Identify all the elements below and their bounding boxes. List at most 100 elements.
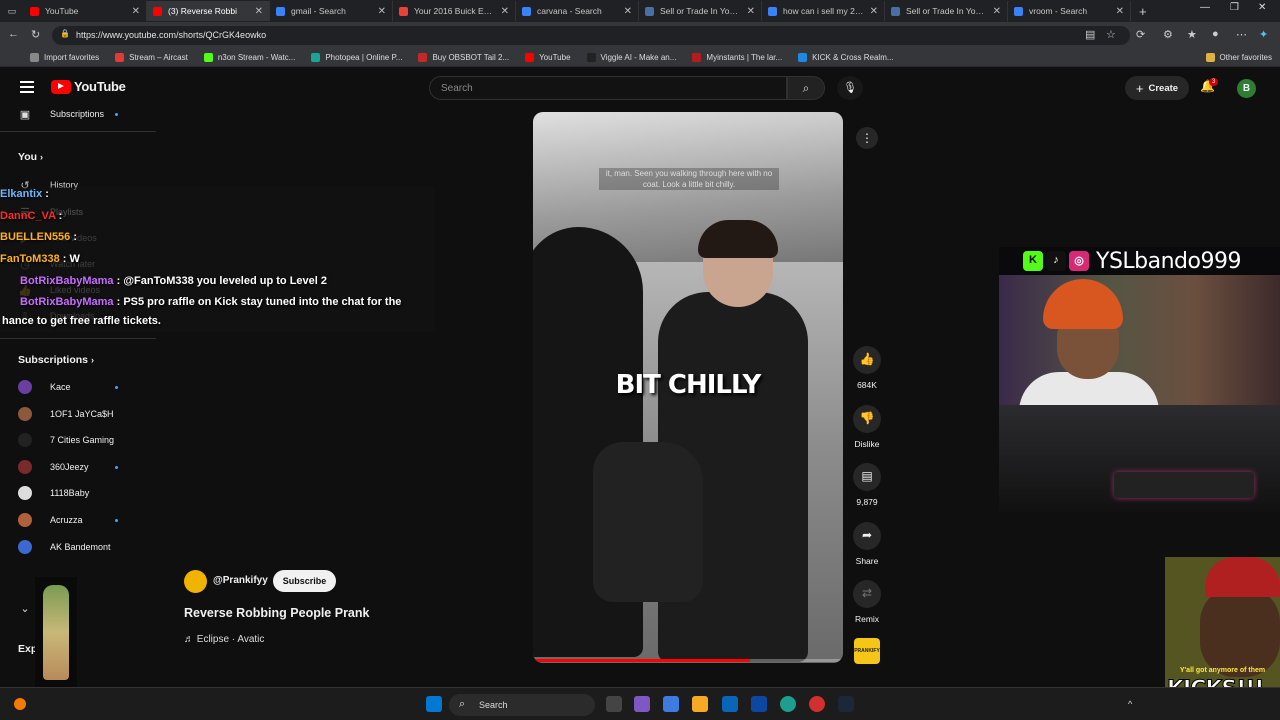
other-favorites[interactable]: Other favorites <box>1198 53 1280 62</box>
tab-label: Sell or Trade In Your Ca <box>660 6 743 16</box>
share-button[interactable]: ➦ Share <box>852 522 882 566</box>
minimize-button[interactable]: — <box>1200 2 1210 13</box>
sidebar-subscriptions-header[interactable]: Subscriptions › <box>18 354 94 366</box>
profile-icon[interactable]: ● <box>1212 28 1219 40</box>
edge-icon[interactable] <box>780 696 796 712</box>
search-button[interactable]: ⌕ <box>787 76 825 100</box>
bookmark-1[interactable]: Stream – Aircast <box>107 53 196 62</box>
photos-icon[interactable] <box>751 696 767 712</box>
meme-hat <box>1205 557 1280 597</box>
channel-avatar[interactable] <box>184 570 207 593</box>
like-button[interactable]: 👍 684K <box>852 346 882 390</box>
tab-close-icon[interactable]: ✕ <box>501 6 509 17</box>
create-button[interactable]: + Create <box>1125 76 1189 100</box>
sidebar-channel[interactable]: 1OF1 JaYCa$H <box>18 406 114 421</box>
bookmark-8[interactable]: KICK & Cross Realm... <box>790 53 901 62</box>
tab-label: how can i sell my 2016 <box>783 6 866 16</box>
short-video-player[interactable]: it, man. Seen you walking through here w… <box>533 112 843 663</box>
more-options-button[interactable]: ⋮ <box>856 127 878 149</box>
youtube-logo[interactable]: YouTube <box>51 79 126 94</box>
sidebar-item-label: Subscriptions <box>50 109 105 119</box>
tab-4[interactable]: carvana - Search ✕ <box>516 1 639 21</box>
maximize-button[interactable]: ❐ <box>1230 2 1239 13</box>
tab-close-icon[interactable]: ✕ <box>747 6 755 17</box>
bookmark-5[interactable]: YouTube <box>517 53 578 62</box>
sidebar-item-subscriptions[interactable]: ▣ Subscriptions <box>18 107 104 121</box>
weather-icon[interactable] <box>14 698 26 710</box>
taskbar-search[interactable]: ⌕ Search <box>449 694 595 716</box>
bookmark-label: n3on Stream - Watc... <box>217 53 296 62</box>
hamburger-menu-icon[interactable] <box>20 81 34 96</box>
windows-start-icon[interactable] <box>426 696 442 712</box>
thumbs-up-icon: 👍 <box>853 346 881 374</box>
task-view-icon[interactable] <box>606 696 622 712</box>
tab-close-icon[interactable]: ✕ <box>255 6 263 17</box>
comments-button[interactable]: ▤ 9,879 <box>852 463 882 507</box>
tab-label: (3) Reverse Robbi <box>168 6 237 16</box>
bookmark-icon <box>525 53 535 62</box>
favorite-star-icon[interactable]: ☆ <box>1106 28 1116 41</box>
sidebar-channel[interactable]: 1118Baby <box>18 486 89 501</box>
subscribe-button[interactable]: Subscribe <box>273 570 336 592</box>
sidebar-you-header[interactable]: You › <box>18 151 43 163</box>
sidebar-channel[interactable]: Kace <box>18 380 71 394</box>
taskbar: ⌕ Search ^ <box>0 687 1280 720</box>
steam-icon[interactable] <box>838 696 854 712</box>
bookmark-3[interactable]: Photopea | Online P... <box>303 53 410 62</box>
channel-name[interactable]: @Prankifyy <box>213 575 268 586</box>
tab-0[interactable]: YouTube ✕ <box>24 1 147 21</box>
tab-7[interactable]: Sell or Trade In Your Ca ✕ <box>885 1 1008 21</box>
tab-actions-icon[interactable]: ▭ <box>0 6 24 17</box>
channel-avatar <box>18 486 32 501</box>
file-explorer-icon[interactable] <box>692 696 708 712</box>
copilot-app-icon[interactable] <box>634 696 650 712</box>
voice-search-button[interactable]: 🎙 <box>837 76 863 100</box>
store-icon[interactable] <box>663 696 679 712</box>
progress-bar[interactable] <box>533 659 843 662</box>
bookmark-7[interactable]: Myinstants | The lar... <box>684 53 790 62</box>
tray-chevron-icon[interactable]: ^ <box>1128 699 1138 709</box>
tab-close-icon[interactable]: ✕ <box>870 6 878 17</box>
remix-button[interactable]: ⇄ Remix <box>852 580 882 624</box>
tab-1[interactable]: (3) Reverse Robbi ✕ <box>147 1 270 21</box>
dislike-button[interactable]: 👎 Dislike <box>852 405 882 449</box>
bookmark-6[interactable]: Viggle AI - Make an... <box>579 53 685 62</box>
tab-close-icon[interactable]: ✕ <box>1116 6 1124 17</box>
outlook-icon[interactable] <box>722 696 738 712</box>
tab-5[interactable]: Sell or Trade In Your Ca ✕ <box>639 1 762 21</box>
tab-close-icon[interactable]: ✕ <box>378 6 386 17</box>
close-window-button[interactable]: ✕ <box>1258 2 1266 13</box>
sound-thumbnail[interactable]: PRANKIFY <box>854 638 880 664</box>
new-tab-button[interactable]: + <box>1139 4 1147 19</box>
bookmark-4[interactable]: Buy OBSBOT Tail 2... <box>410 53 517 62</box>
sidebar-channel[interactable]: 7 Cities Gaming <box>18 433 114 448</box>
sidebar-channel[interactable]: AK Bandemont <box>18 539 111 554</box>
copilot-icon[interactable]: ✦ <box>1259 28 1268 41</box>
tab-close-icon[interactable]: ✕ <box>624 6 632 17</box>
downloads-icon[interactable]: ⚙ <box>1163 28 1173 41</box>
menu-dots-icon[interactable]: ⋯ <box>1236 28 1247 41</box>
tab-close-icon[interactable]: ✕ <box>993 6 1001 17</box>
bookmark-2[interactable]: n3on Stream - Watc... <box>196 53 304 62</box>
back-icon[interactable]: ← <box>8 28 19 40</box>
tab-2[interactable]: gmail - Search ✕ <box>270 1 393 21</box>
tab-6[interactable]: how can i sell my 2016 ✕ <box>762 1 885 21</box>
recording-app-icon[interactable] <box>809 696 825 712</box>
tab-close-icon[interactable]: ✕ <box>132 6 140 17</box>
url-field[interactable]: 🔒 https://www.youtube.com/shorts/QCrGK4e… <box>52 26 1130 45</box>
extensions-icon[interactable]: ⟳ <box>1136 28 1145 41</box>
bookmark-label: Import favorites <box>44 53 100 62</box>
reader-icon[interactable]: ▤ <box>1085 28 1095 41</box>
tab-3[interactable]: Your 2016 Buick Encor ✕ <box>393 1 516 21</box>
tab-8[interactable]: vroom - Search ✕ <box>1008 1 1131 21</box>
sidebar-channel[interactable]: Acruzza <box>18 513 83 527</box>
bookmark-0[interactable]: Import favorites <box>0 53 107 62</box>
avatar[interactable]: B <box>1237 79 1256 98</box>
sidebar-channel[interactable]: 360Jeezy <box>18 459 89 474</box>
refresh-icon[interactable]: ↻ <box>31 28 40 41</box>
thumbs-down-icon: 👎 <box>853 405 881 433</box>
search-input[interactable]: Search <box>429 76 787 100</box>
sound-link[interactable]: ♬ Eclipse · Avatic <box>184 634 264 645</box>
favorites-icon[interactable]: ★ <box>1187 28 1197 41</box>
channel-name: Kace <box>50 382 71 392</box>
